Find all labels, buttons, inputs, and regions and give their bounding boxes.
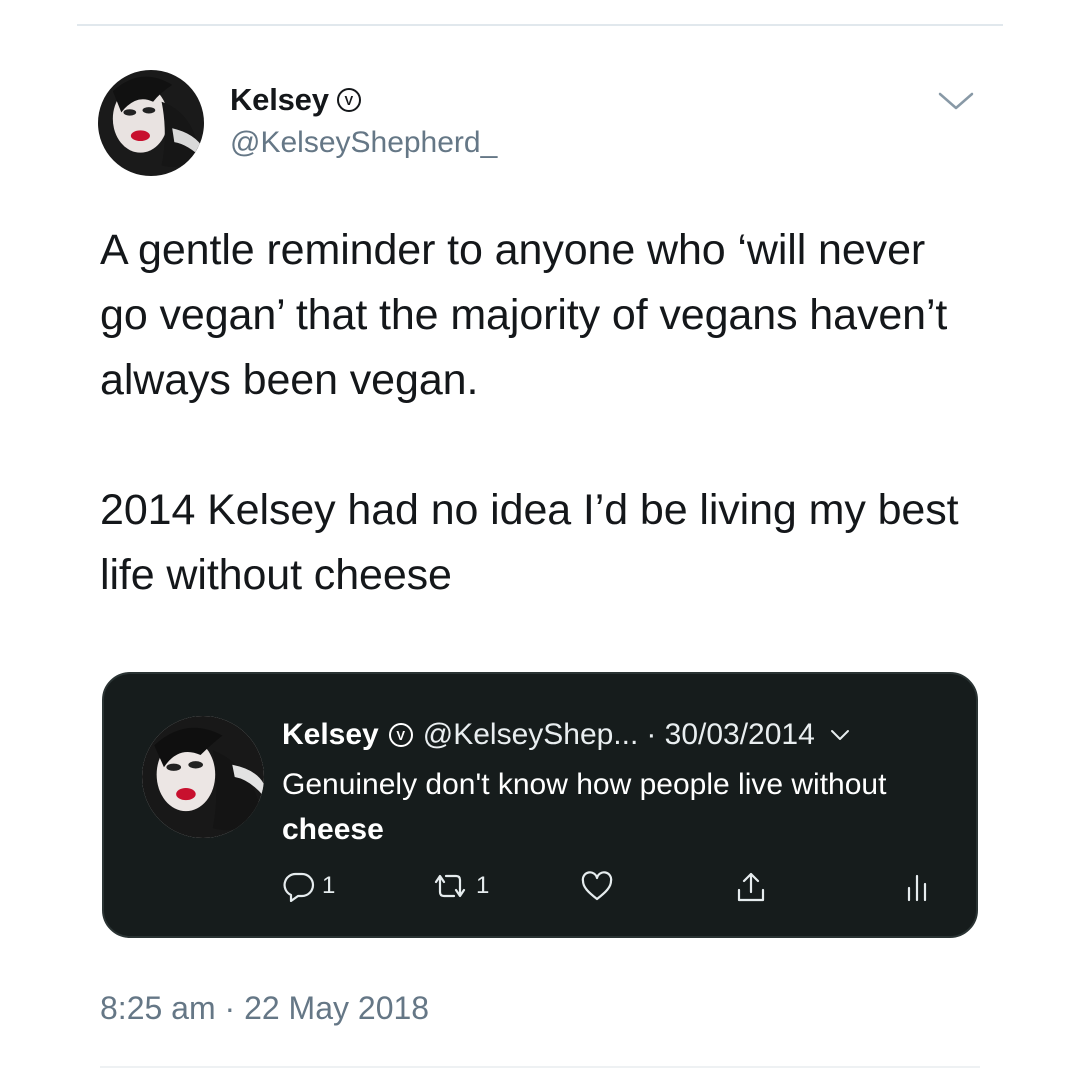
top-divider	[77, 24, 1003, 26]
tweet-timestamp[interactable]: 8:25 am · 22 May 2018	[100, 990, 429, 1027]
quoted-author-avatar[interactable]	[142, 716, 264, 838]
quoted-tweet-header: Kelsey V @KelseyShep... · 30/03/2014	[282, 718, 851, 752]
like-button[interactable]	[580, 870, 614, 902]
quoted-text-plain: Genuinely don't know how people live wit…	[282, 768, 887, 801]
author-name[interactable]: Kelsey	[230, 82, 329, 118]
retweet-icon	[434, 874, 466, 898]
share-button[interactable]	[734, 870, 768, 904]
tweet-text-paragraph-2: 2014 Kelsey had no idea I’d be living my…	[100, 486, 959, 599]
reply-button[interactable]: 1	[282, 870, 335, 902]
tweet-text-paragraph-1: A gentle reminder to anyone who ‘will ne…	[100, 226, 948, 404]
author-avatar[interactable]	[98, 70, 204, 176]
like-heart-icon	[581, 871, 613, 901]
quoted-tweet-date[interactable]: · 30/03/2014	[646, 718, 814, 752]
tweet-text: A gentle reminder to anyone who ‘will ne…	[100, 218, 980, 608]
quoted-author-name[interactable]: Kelsey	[282, 718, 379, 752]
author-handle[interactable]: @KelseyShepherd_	[230, 126, 497, 160]
retweet-button[interactable]: 1	[430, 870, 489, 902]
quoted-text-bold: cheese	[282, 813, 384, 846]
retweet-count: 1	[476, 872, 490, 899]
quoted-tweet-text: Genuinely don't know how people live wit…	[282, 762, 942, 852]
verified-badge-icon: V	[336, 88, 361, 112]
share-icon	[737, 872, 765, 902]
analytics-button[interactable]	[904, 870, 930, 904]
analytics-icon	[907, 874, 927, 902]
author-info: Kelsey V @KelseyShepherd_	[230, 82, 497, 160]
quoted-tweet-actions: 1 1	[282, 870, 942, 906]
verified-badge-icon: V	[388, 723, 413, 747]
reply-count: 1	[322, 872, 336, 899]
reply-icon	[283, 872, 315, 902]
chevron-down-icon[interactable]	[829, 727, 851, 743]
chevron-down-icon[interactable]	[936, 86, 976, 116]
avatar-image	[98, 70, 204, 176]
bottom-divider	[100, 1066, 980, 1068]
quoted-avatar-image	[142, 716, 264, 838]
quoted-author-handle[interactable]: @KelseyShep...	[423, 718, 639, 752]
quoted-tweet-card[interactable]: Kelsey V @KelseyShep... · 30/03/2014 Gen…	[102, 672, 978, 938]
